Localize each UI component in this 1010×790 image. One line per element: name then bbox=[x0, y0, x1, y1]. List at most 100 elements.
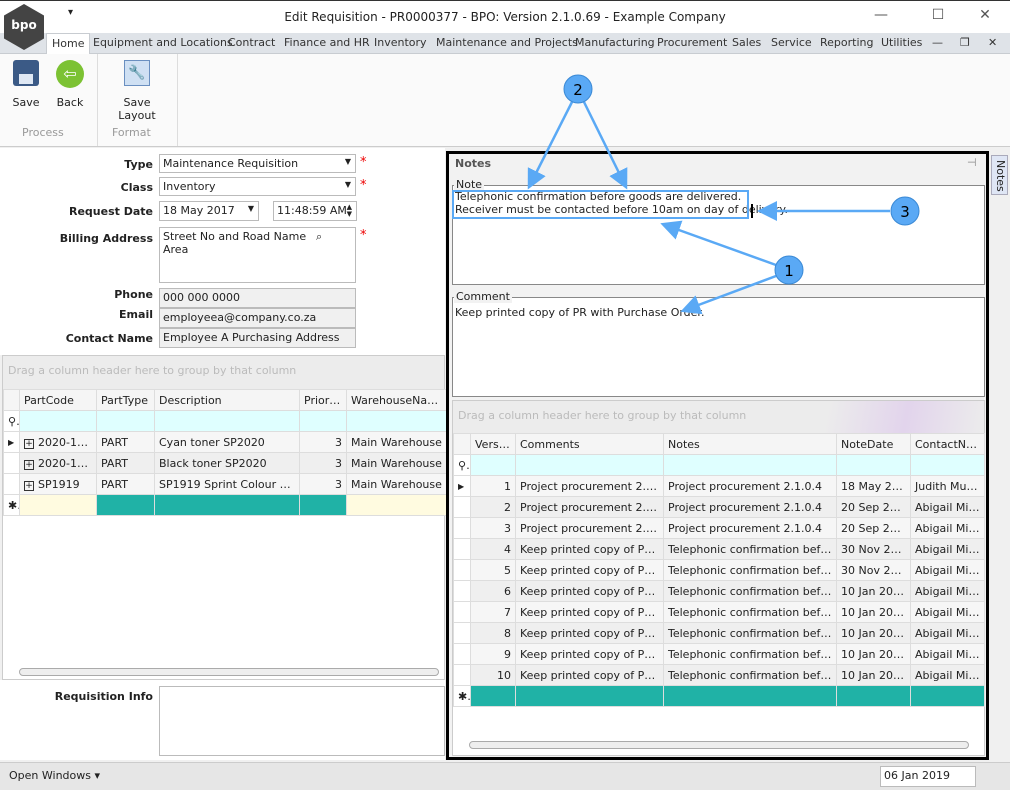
back-button[interactable]: ⇦ Back bbox=[52, 60, 88, 109]
table-cell[interactable]: PART bbox=[96, 473, 155, 495]
table-cell[interactable]: Telephonic confirmation before ... bbox=[663, 580, 837, 602]
filter-cell[interactable] bbox=[96, 410, 155, 432]
table-cell[interactable]: PART bbox=[96, 452, 155, 474]
column-header[interactable]: Description bbox=[154, 389, 300, 411]
table-cell[interactable]: 10 Jan 2019 bbox=[836, 664, 911, 686]
table-cell[interactable]: Keep printed copy of PR wi... bbox=[515, 580, 664, 602]
tab-manufacturing[interactable]: Manufacturing bbox=[575, 36, 655, 49]
request-date-picker[interactable]: 18 May 2017 ▼ bbox=[159, 201, 259, 221]
table-cell[interactable]: Keep printed copy of PR wi... bbox=[515, 622, 664, 644]
table-cell[interactable]: Abigail Milne bbox=[910, 622, 985, 644]
column-header[interactable]: NoteDate bbox=[836, 433, 911, 455]
table-row[interactable]: 10 Keep printed copy of PR wi... Telephoni… bbox=[453, 664, 985, 686]
table-row[interactable]: +2020-147K PART Black toner SP2020 3 Main Wa… bbox=[3, 452, 447, 474]
table-cell[interactable]: Black toner SP2020 bbox=[154, 452, 300, 474]
type-select[interactable]: Maintenance Requisition ▼ bbox=[159, 154, 356, 173]
table-row[interactable]: ▶ +2020-147C PART Cyan toner SP2020 3 Main Wa… bbox=[3, 431, 447, 453]
table-cell[interactable]: +2020-147C bbox=[19, 431, 97, 453]
table-cell[interactable]: 30 Nov 2018 bbox=[836, 538, 911, 560]
notes-side-tab[interactable]: Notes bbox=[991, 155, 1008, 195]
table-cell[interactable]: 4 bbox=[470, 538, 516, 560]
new-row-cell[interactable] bbox=[346, 494, 447, 516]
table-cell[interactable]: 2 bbox=[470, 496, 516, 518]
note-text-field[interactable]: Telephonic confirmation before goods are… bbox=[455, 190, 788, 216]
table-cell[interactable]: Project procurement 2.1.0.4 bbox=[663, 475, 837, 497]
new-item-row[interactable]: ✱ bbox=[453, 685, 985, 707]
table-cell[interactable]: Keep printed copy of PR wi... bbox=[515, 643, 664, 665]
column-header[interactable]: ContactName bbox=[910, 433, 985, 455]
table-cell[interactable]: Abigail Milne bbox=[910, 580, 985, 602]
mdi-minimize-button[interactable]: — bbox=[932, 36, 943, 49]
tab-service[interactable]: Service bbox=[771, 36, 812, 49]
table-cell[interactable]: Abigail Milne bbox=[910, 643, 985, 665]
column-header[interactable]: Comments bbox=[515, 433, 664, 455]
table-cell[interactable]: 10 Jan 2019 bbox=[836, 601, 911, 623]
column-header[interactable]: Notes bbox=[663, 433, 837, 455]
table-cell[interactable]: Keep printed copy of PR wi... bbox=[515, 664, 664, 686]
table-cell[interactable]: Telephonic confirmation before ... bbox=[663, 643, 837, 665]
table-cell[interactable]: Abigail Milne bbox=[910, 538, 985, 560]
table-cell[interactable]: Main Warehouse bbox=[346, 473, 447, 495]
table-cell[interactable]: Telephonic confirmation before ... bbox=[663, 559, 837, 581]
table-cell[interactable]: Abigail Milne bbox=[910, 559, 985, 581]
table-cell[interactable]: 10 Jan 2019 bbox=[836, 622, 911, 644]
tab-utilities[interactable]: Utilities bbox=[881, 36, 922, 49]
pin-icon[interactable]: ⊣ bbox=[967, 156, 977, 169]
close-button[interactable]: ✕ bbox=[970, 7, 1000, 23]
expand-icon[interactable]: + bbox=[24, 459, 34, 470]
requisition-info-field[interactable] bbox=[159, 686, 445, 756]
filter-cell[interactable] bbox=[154, 410, 300, 432]
table-cell[interactable]: 20 Sep 2018 bbox=[836, 517, 911, 539]
expand-icon[interactable]: + bbox=[24, 438, 34, 449]
filter-cell[interactable] bbox=[346, 410, 447, 432]
table-cell[interactable]: Keep printed copy of PR wi... bbox=[515, 538, 664, 560]
column-header[interactable]: Version bbox=[470, 433, 516, 455]
table-cell[interactable]: 30 Nov 2018 bbox=[836, 559, 911, 581]
new-row-cell[interactable] bbox=[96, 494, 155, 516]
table-cell[interactable]: Telephonic confirmation before ... bbox=[663, 622, 837, 644]
phone-field[interactable]: 000 000 0000 bbox=[159, 288, 356, 308]
filter-cell[interactable] bbox=[663, 454, 837, 476]
tab-procurement[interactable]: Procurement bbox=[657, 36, 727, 49]
table-cell[interactable]: 18 May 2017 bbox=[836, 475, 911, 497]
table-row[interactable]: ▶ 1 Project procurement 2.1.0.4 Project pro… bbox=[453, 475, 985, 497]
table-cell[interactable]: 9 bbox=[470, 643, 516, 665]
column-header[interactable]: Priority bbox=[299, 389, 347, 411]
tab-equipment[interactable]: Equipment and Locations bbox=[93, 36, 233, 49]
table-cell[interactable]: Main Warehouse bbox=[346, 452, 447, 474]
tab-contract[interactable]: Contract bbox=[228, 36, 275, 49]
table-cell[interactable]: Abigail Milne bbox=[910, 664, 985, 686]
mdi-restore-button[interactable]: ❐ bbox=[960, 36, 970, 49]
save-button[interactable]: Save bbox=[8, 60, 44, 109]
save-layout-button[interactable]: 🔧 Save Layout bbox=[104, 60, 170, 122]
table-cell[interactable]: Project procurement 2.1.0.4 bbox=[515, 517, 664, 539]
table-cell[interactable]: 3 bbox=[299, 431, 347, 453]
table-cell[interactable]: Judith Mud... bbox=[910, 475, 985, 497]
table-row[interactable]: 4 Keep printed copy of PR wi... Telephonic… bbox=[453, 538, 985, 560]
table-row[interactable]: 3 Project procurement 2.1.0.4 Project proc… bbox=[453, 517, 985, 539]
table-cell[interactable]: Telephonic confirmation before ... bbox=[663, 538, 837, 560]
maximize-button[interactable]: ☐ bbox=[923, 7, 953, 23]
new-row-cell[interactable] bbox=[19, 494, 97, 516]
table-row[interactable]: 7 Keep printed copy of PR wi... Telephonic… bbox=[453, 601, 985, 623]
tab-finance[interactable]: Finance and HR bbox=[284, 36, 370, 49]
table-cell[interactable]: 10 bbox=[470, 664, 516, 686]
horizontal-scrollbar[interactable] bbox=[19, 668, 439, 676]
new-row-cell[interactable] bbox=[154, 494, 300, 516]
table-cell[interactable]: SP1919 Sprint Colour MFC bbox=[154, 473, 300, 495]
tab-reporting[interactable]: Reporting bbox=[820, 36, 873, 49]
minimize-button[interactable]: — bbox=[866, 7, 896, 23]
table-cell[interactable]: Project procurement 2.1.0.4 bbox=[515, 475, 664, 497]
table-cell[interactable]: Main Warehouse bbox=[346, 431, 447, 453]
table-cell[interactable]: Keep printed copy of PR wi... bbox=[515, 559, 664, 581]
filter-cell[interactable] bbox=[470, 454, 516, 476]
table-row[interactable]: 5 Keep printed copy of PR wi... Telephonic… bbox=[453, 559, 985, 581]
request-time-spinner[interactable]: 11:48:59 AM ▲ ▼ bbox=[273, 201, 357, 221]
group-panel[interactable]: Drag a column header here to group by th… bbox=[3, 356, 444, 389]
expand-icon[interactable]: + bbox=[24, 480, 34, 491]
tab-maintenance[interactable]: Maintenance and Projects bbox=[436, 36, 578, 49]
new-item-row[interactable]: ✱ bbox=[3, 494, 447, 516]
table-cell[interactable]: 6 bbox=[470, 580, 516, 602]
filter-cell[interactable] bbox=[19, 410, 97, 432]
new-row-cell[interactable] bbox=[910, 685, 985, 707]
